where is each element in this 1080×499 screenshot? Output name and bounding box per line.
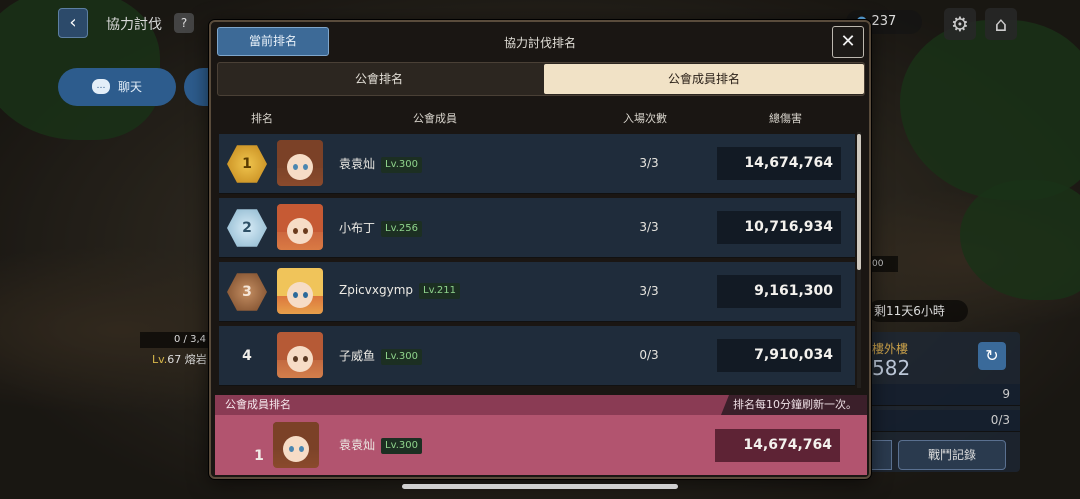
- member-name: 子威鱼 Lv.300: [339, 347, 422, 365]
- my-total-damage: 14,674,764: [715, 429, 840, 462]
- close-icon: ✕: [840, 31, 856, 52]
- avatar: [277, 204, 323, 250]
- resource-value: 237: [871, 14, 897, 29]
- my-rank-row: 1 袁袁灿 Lv.300 14,674,764: [215, 415, 867, 475]
- screen-title: 協力討伐: [106, 17, 162, 33]
- chevron-left-icon: ‹: [69, 12, 77, 33]
- table-row[interactable]: 3 Zpicvxgymp Lv.211 3/3 9,161,300: [219, 262, 855, 322]
- rank-number: 4: [242, 348, 252, 364]
- action-button-partial[interactable]: [870, 440, 892, 470]
- total-damage: 10,716,934: [717, 211, 841, 244]
- settings-button[interactable]: ⚙: [944, 8, 976, 40]
- bronze-rank-badge: 3: [227, 273, 267, 311]
- home-button[interactable]: ⌂: [985, 8, 1017, 40]
- panel-title: 樓外樓: [872, 342, 909, 356]
- column-member: 公會成員: [413, 112, 457, 125]
- level-badge: Lv.256: [381, 221, 422, 237]
- rank-type-switch: 公會排名 公會成員排名: [217, 62, 865, 96]
- member-name: Zpicvxgymp Lv.211: [339, 283, 460, 299]
- my-rank-header: 公會成員排名 排名每10分鐘刷新一次。: [215, 395, 867, 415]
- table-row[interactable]: 4 子威鱼 Lv.300 0/3 7,910,034: [219, 326, 855, 386]
- panel-row-value: 9: [1002, 387, 1010, 401]
- level-badge: Lv.300: [381, 349, 422, 365]
- chat-button[interactable]: … 聊天: [58, 68, 176, 106]
- member-name-text: 小布丁: [339, 221, 376, 235]
- refresh-note: 排名每10分鐘刷新一次。: [721, 395, 867, 415]
- panel-row-value: 0/3: [990, 413, 1010, 427]
- home-icon: ⌂: [994, 12, 1008, 36]
- scrollbar-thumb[interactable]: [857, 134, 861, 270]
- gear-icon: ⚙: [951, 12, 969, 36]
- gold-rank-badge: 1: [227, 145, 267, 183]
- member-name: 袁袁灿 Lv.300: [339, 155, 422, 173]
- member-name: 小布丁 Lv.256: [339, 219, 422, 237]
- level-badge: Lv.300: [381, 438, 422, 454]
- entry-count: 3/3: [639, 156, 659, 170]
- modal-title: 協力討伐排名: [503, 36, 576, 50]
- avatar: [277, 268, 323, 314]
- refresh-button[interactable]: ↻: [978, 342, 1006, 370]
- table-header: 排名 公會成員 入場次數 總傷害: [219, 106, 865, 128]
- chat-label: 聊天: [118, 80, 143, 94]
- tab-member-rank[interactable]: 公會成員排名: [544, 64, 864, 94]
- my-rank-title: 公會成員排名: [225, 398, 291, 411]
- table-row[interactable]: 2 小布丁 Lv.256 3/3 10,716,934: [219, 198, 855, 258]
- panel-row: 9: [868, 384, 1020, 406]
- member-rank-list[interactable]: 1 袁袁灿 Lv.300 3/3 14,674,764 2 小布丁 Lv.256 3…: [219, 132, 855, 388]
- avatar: [277, 332, 323, 378]
- entry-count: 3/3: [639, 220, 659, 234]
- close-button[interactable]: ✕: [832, 26, 864, 58]
- tab-guild-rank[interactable]: 公會排名: [219, 64, 539, 94]
- total-damage: 9,161,300: [717, 275, 841, 308]
- ranking-modal: 當前排名 協力討伐排名 ✕ 公會排名 公會成員排名 排名 公會成員 入場次數 總…: [209, 20, 871, 479]
- chat-bubble-icon: …: [92, 79, 110, 94]
- silver-rank-badge: 2: [227, 209, 267, 247]
- boss-hp-counter: 0 / 3,4: [140, 332, 210, 348]
- level-badge: Lv.211: [419, 283, 460, 299]
- small-tag: 00: [868, 256, 898, 272]
- help-button[interactable]: ?: [174, 13, 194, 33]
- entry-count: 3/3: [639, 284, 659, 298]
- battle-log-button[interactable]: 戰鬥記錄: [898, 440, 1006, 470]
- total-damage: 14,674,764: [717, 147, 841, 180]
- boss-location: 熔岩: [184, 353, 207, 366]
- panel-value: 582: [872, 356, 911, 380]
- total-damage: 7,910,034: [717, 339, 841, 372]
- member-name-text: Zpicvxgymp: [339, 283, 413, 297]
- column-entries: 入場次數: [623, 112, 667, 125]
- panel-row: 0/3: [868, 410, 1020, 432]
- avatar: [273, 422, 319, 468]
- column-damage: 總傷害: [769, 112, 802, 125]
- member-name-text: 子威鱼: [339, 349, 376, 363]
- level-value: 67: [167, 353, 182, 366]
- home-indicator[interactable]: [402, 484, 678, 489]
- remaining-time: 剩11天6小時: [868, 300, 968, 322]
- table-row[interactable]: 1 袁袁灿 Lv.300 3/3 14,674,764: [219, 134, 855, 194]
- level-badge: Lv.300: [381, 157, 422, 173]
- my-name-text: 袁袁灿: [339, 438, 376, 452]
- level-prefix: Lv.: [152, 353, 168, 366]
- my-name: 袁袁灿 Lv.300: [339, 436, 422, 454]
- column-rank: 排名: [251, 112, 273, 125]
- back-button[interactable]: ‹: [58, 8, 88, 38]
- entry-count: 0/3: [639, 348, 659, 362]
- boss-level: Lv.67 熔岩: [152, 351, 207, 367]
- refresh-icon: ↻: [985, 346, 999, 365]
- avatar: [277, 140, 323, 186]
- modal-header: 當前排名 協力討伐排名 ✕: [211, 22, 869, 62]
- member-name-text: 袁袁灿: [339, 157, 376, 171]
